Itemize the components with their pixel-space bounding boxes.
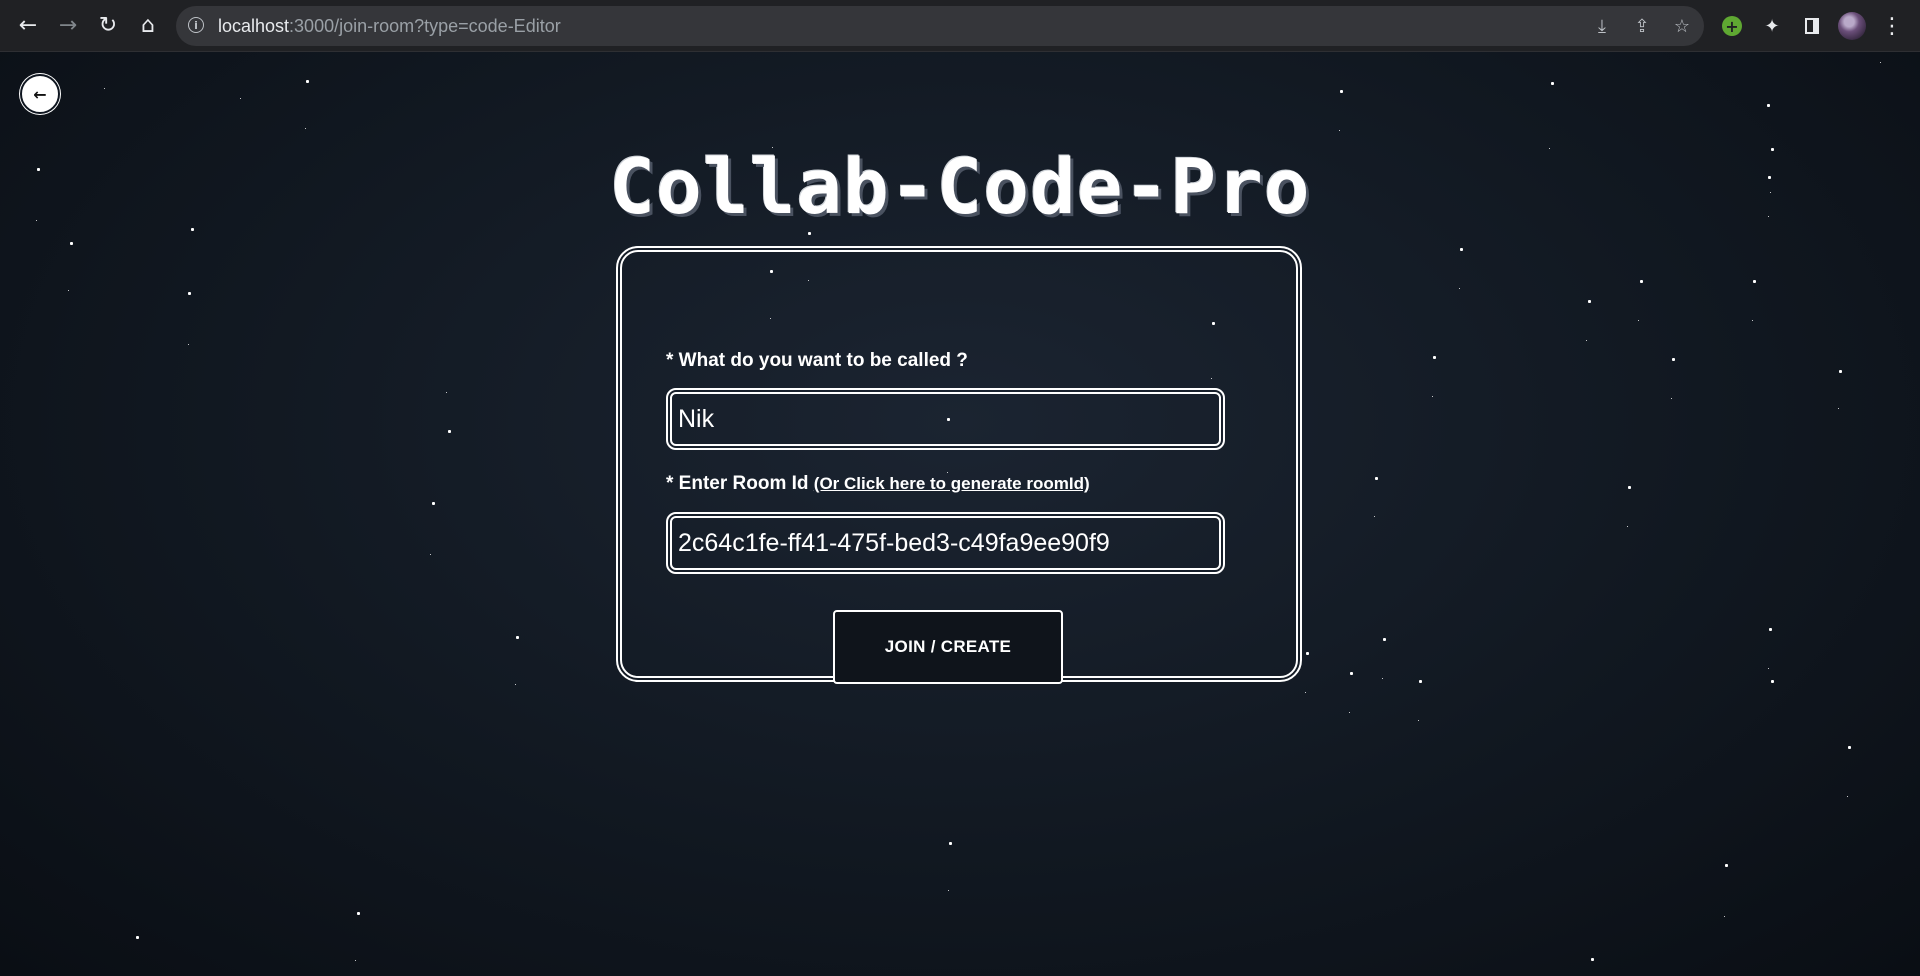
star-dot bbox=[1671, 398, 1672, 399]
reload-icon[interactable]: ↻ bbox=[92, 10, 124, 42]
star-dot bbox=[1374, 516, 1375, 517]
extension-plus-icon: + bbox=[1722, 16, 1742, 36]
star-dot bbox=[104, 88, 105, 89]
star-dot bbox=[1591, 958, 1594, 961]
url-host: localhost bbox=[218, 16, 290, 36]
star-dot bbox=[1725, 864, 1728, 867]
star-dot bbox=[1339, 130, 1340, 131]
star-dot bbox=[1839, 370, 1842, 373]
star-dot bbox=[305, 128, 306, 129]
star-dot bbox=[1640, 280, 1643, 283]
bookmark-star-icon[interactable]: ☆ bbox=[1670, 14, 1694, 38]
star-dot bbox=[446, 392, 447, 393]
star-dot bbox=[448, 430, 451, 433]
name-input[interactable]: Nik bbox=[666, 388, 1225, 450]
star-dot bbox=[1838, 408, 1839, 409]
join-create-button[interactable]: JOIN / CREATE bbox=[833, 610, 1063, 684]
star-dot bbox=[68, 290, 69, 291]
star-dot bbox=[948, 890, 949, 891]
puzzle-icon[interactable]: ✦ bbox=[1758, 12, 1786, 40]
page-title: Collab-Code-Pro bbox=[609, 142, 1311, 231]
star-dot bbox=[1349, 712, 1350, 713]
star-dot bbox=[1383, 638, 1386, 641]
star-dot bbox=[432, 502, 435, 505]
star-dot bbox=[949, 842, 952, 845]
star-dot bbox=[1672, 358, 1675, 361]
star-dot bbox=[430, 554, 431, 555]
extension-icon[interactable]: + bbox=[1718, 12, 1746, 40]
side-panel-shape bbox=[1805, 18, 1819, 34]
star-dot bbox=[240, 98, 241, 99]
url-text[interactable]: localhost:3000/join-room?type=code-Edito… bbox=[218, 16, 561, 37]
star-dot bbox=[1340, 90, 1343, 93]
star-dot bbox=[1769, 628, 1772, 631]
star-dot bbox=[1350, 672, 1353, 675]
menu-icon[interactable]: ⋮ bbox=[1878, 12, 1906, 40]
star-dot bbox=[1847, 796, 1848, 797]
star-dot bbox=[515, 684, 516, 685]
star-dot bbox=[1382, 678, 1383, 679]
star-dot bbox=[70, 242, 73, 245]
forward-icon[interactable]: → bbox=[52, 10, 84, 42]
star-dot bbox=[1588, 300, 1591, 303]
star-dot bbox=[1419, 680, 1422, 683]
star-dot bbox=[1880, 62, 1881, 63]
star-dot bbox=[357, 912, 360, 915]
star-dot bbox=[306, 80, 309, 83]
star-dot bbox=[1628, 486, 1631, 489]
star-dot bbox=[1432, 396, 1433, 397]
room-id-label-text: * Enter Room Id bbox=[666, 473, 809, 494]
side-panel-icon[interactable] bbox=[1798, 12, 1826, 40]
star-dot bbox=[1768, 668, 1769, 669]
room-id-label: * Enter Room Id (Or Click here to genera… bbox=[666, 473, 1090, 495]
star-dot bbox=[1305, 692, 1306, 693]
star-dot bbox=[136, 936, 139, 939]
back-arrow-button[interactable]: ← bbox=[20, 74, 60, 114]
star-dot bbox=[1627, 526, 1628, 527]
star-dot bbox=[1586, 340, 1587, 341]
star-dot bbox=[1771, 680, 1774, 683]
star-dot bbox=[1460, 248, 1463, 251]
generate-room-id-link[interactable]: (Or Click here to generate roomId) bbox=[814, 474, 1090, 493]
star-dot bbox=[1767, 104, 1770, 107]
install-icon[interactable]: ⤓ bbox=[1590, 14, 1614, 38]
url-path: :3000/join-room?type=code-Editor bbox=[289, 16, 561, 36]
star-dot bbox=[1459, 288, 1460, 289]
address-bar[interactable]: i localhost:3000/join-room?type=code-Edi… bbox=[176, 6, 1704, 46]
star-dot bbox=[188, 344, 189, 345]
avatar[interactable] bbox=[1838, 12, 1866, 40]
star-dot bbox=[1752, 320, 1753, 321]
star-dot bbox=[1551, 82, 1554, 85]
back-icon[interactable]: ← bbox=[12, 10, 44, 42]
name-label: * What do you want to be called ? bbox=[666, 350, 968, 371]
home-icon[interactable]: ⌂ bbox=[132, 10, 164, 42]
browser-toolbar: ← → ↻ ⌂ i localhost:3000/join-room?type=… bbox=[0, 0, 1920, 52]
star-dot bbox=[188, 292, 191, 295]
star-dot bbox=[355, 960, 356, 961]
star-dot bbox=[1433, 356, 1436, 359]
share-icon[interactable]: ⇪ bbox=[1630, 14, 1654, 38]
star-dot bbox=[516, 636, 519, 639]
star-dot bbox=[1418, 720, 1419, 721]
star-dot bbox=[1306, 652, 1309, 655]
star-dot bbox=[1638, 320, 1639, 321]
site-info-icon[interactable]: i bbox=[188, 17, 204, 33]
star-dot bbox=[1753, 280, 1756, 283]
star-dot bbox=[1724, 916, 1725, 917]
star-dot bbox=[808, 232, 811, 235]
room-id-input[interactable]: 2c64c1fe-ff41-475f-bed3-c49fa9ee90f9 bbox=[666, 512, 1225, 574]
star-dot bbox=[1848, 746, 1851, 749]
star-dot bbox=[1375, 477, 1378, 480]
